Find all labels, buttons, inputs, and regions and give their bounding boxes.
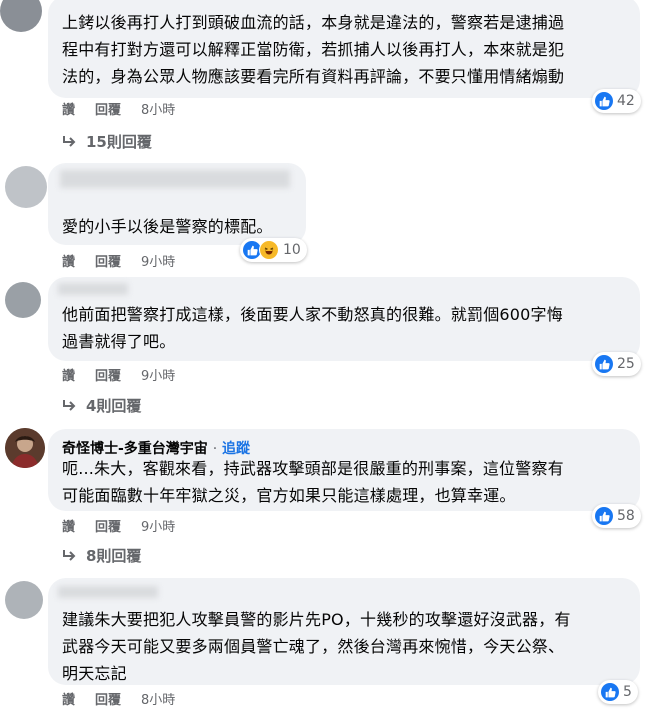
view-replies-link[interactable]: 15則回覆 — [62, 131, 152, 152]
comment-text: 建議朱大要把犯人攻擊員警的影片先PO，十幾秒的攻擊還好沒武器，有 武器今天可能又… — [62, 606, 571, 687]
comment-actions: 讚 回覆 9小時 — [62, 365, 175, 384]
comment-text-line: 可能面臨數十年牢獄之災，官方如果只能這樣處理，也算幸運。 — [62, 486, 516, 505]
comment-text-line: 他前面把警察打成這樣，後面要人家不動怒真的很難。就罰個600字悔 — [62, 305, 563, 324]
reply-button[interactable]: 回覆 — [95, 365, 121, 384]
like-button[interactable]: 讚 — [62, 689, 75, 708]
replies-label: 8則回覆 — [86, 547, 142, 565]
comment-text-line: 建議朱大要把犯人攻擊員警的影片先PO，十幾秒的攻擊還好沒武器，有 — [62, 610, 571, 629]
like-button[interactable]: 讚 — [62, 516, 75, 535]
like-icon — [595, 92, 613, 110]
reaction-summary[interactable]: 58 — [592, 504, 641, 528]
reply-button[interactable]: 回覆 — [95, 516, 121, 535]
timestamp[interactable]: 9小時 — [141, 516, 175, 535]
comment-actions: 讚 回覆 9小時 — [62, 516, 175, 535]
view-replies-link[interactable]: 4則回覆 — [62, 395, 141, 416]
like-icon — [601, 683, 619, 701]
comment-text-line: 法的，身為公眾人物應該要看完所有資料再評論，不要只懂用情緒煽動 — [62, 67, 565, 86]
comment-text-line: 過書就得了吧。 — [62, 332, 176, 351]
comment-text-line: 上銬以後再打人打到頭破血流的話，本身就是違法的，警察若是逮捕過 — [62, 13, 565, 32]
avatar[interactable] — [5, 428, 45, 468]
comment-text: 愛的小手以後是警察的標配。 — [62, 213, 273, 240]
comment-text-line: 明天忘記 — [62, 664, 127, 683]
like-icon — [595, 355, 613, 373]
replies-label: 4則回覆 — [86, 397, 142, 415]
timestamp[interactable]: 8小時 — [141, 99, 175, 118]
timestamp[interactable]: 8小時 — [141, 689, 175, 708]
avatar[interactable] — [0, 0, 42, 32]
view-replies-link[interactable]: 8則回覆 — [62, 545, 141, 566]
author-name-redacted — [58, 283, 128, 295]
like-button[interactable]: 讚 — [62, 99, 75, 118]
comment-text: 呃...朱大，客觀來看，持武器攻擊頭部是很嚴重的刑事案，這位警察有 可能面臨數十… — [62, 455, 564, 509]
avatar[interactable] — [5, 166, 47, 208]
comment-text-line: 武器今天可能又要多兩個員警亡魂了，然後台灣再來惋惜，今天公祭、 — [62, 637, 565, 656]
avatar[interactable] — [5, 581, 43, 619]
comment-actions: 讚 回覆 8小時 — [62, 99, 175, 118]
reaction-count: 5 — [623, 684, 632, 700]
like-button[interactable]: 讚 — [62, 365, 75, 384]
timestamp[interactable]: 9小時 — [141, 251, 175, 270]
reply-arrow-icon — [63, 549, 76, 561]
like-button[interactable]: 讚 — [62, 251, 75, 270]
reaction-summary[interactable]: 25 — [592, 352, 641, 376]
reply-button[interactable]: 回覆 — [95, 99, 121, 118]
author-name-redacted — [60, 170, 290, 188]
author-name-redacted — [58, 586, 158, 598]
comment-text-line: 愛的小手以後是警察的標配。 — [62, 217, 273, 236]
reply-button[interactable]: 回覆 — [95, 689, 121, 708]
avatar[interactable] — [5, 282, 41, 318]
comment-text-line: 程中有打對方還可以解釋正當防衛，若抓捕人以後再打人，本來就是犯 — [62, 40, 565, 59]
avatar-image — [5, 428, 45, 468]
reply-arrow-icon — [63, 135, 76, 147]
comment-text: 他前面把警察打成這樣，後面要人家不動怒真的很難。就罰個600字悔 過書就得了吧。 — [62, 301, 563, 355]
reaction-summary[interactable]: 5 — [598, 680, 638, 704]
timestamp[interactable]: 9小時 — [141, 365, 175, 384]
haha-icon — [259, 240, 279, 260]
reaction-count: 10 — [283, 242, 301, 258]
reaction-summary[interactable]: 10 — [240, 238, 307, 262]
reaction-summary[interactable]: 42 — [592, 89, 641, 113]
reaction-count: 25 — [617, 356, 635, 372]
comment-text: 上銬以後再打人打到頭破血流的話，本身就是違法的，警察若是逮捕過 程中有打對方還可… — [62, 9, 564, 90]
replies-label: 15則回覆 — [86, 133, 152, 151]
reaction-count: 58 — [617, 508, 635, 524]
reaction-count: 42 — [617, 93, 635, 109]
comment-actions: 讚 回覆 9小時 — [62, 251, 175, 270]
comment-text-line: 呃...朱大，客觀來看，持武器攻擊頭部是很嚴重的刑事案，這位警察有 — [62, 459, 564, 478]
reply-arrow-icon — [63, 399, 76, 411]
reply-button[interactable]: 回覆 — [95, 251, 121, 270]
comment-actions: 讚 回覆 8小時 — [62, 689, 175, 708]
like-icon — [595, 507, 613, 525]
